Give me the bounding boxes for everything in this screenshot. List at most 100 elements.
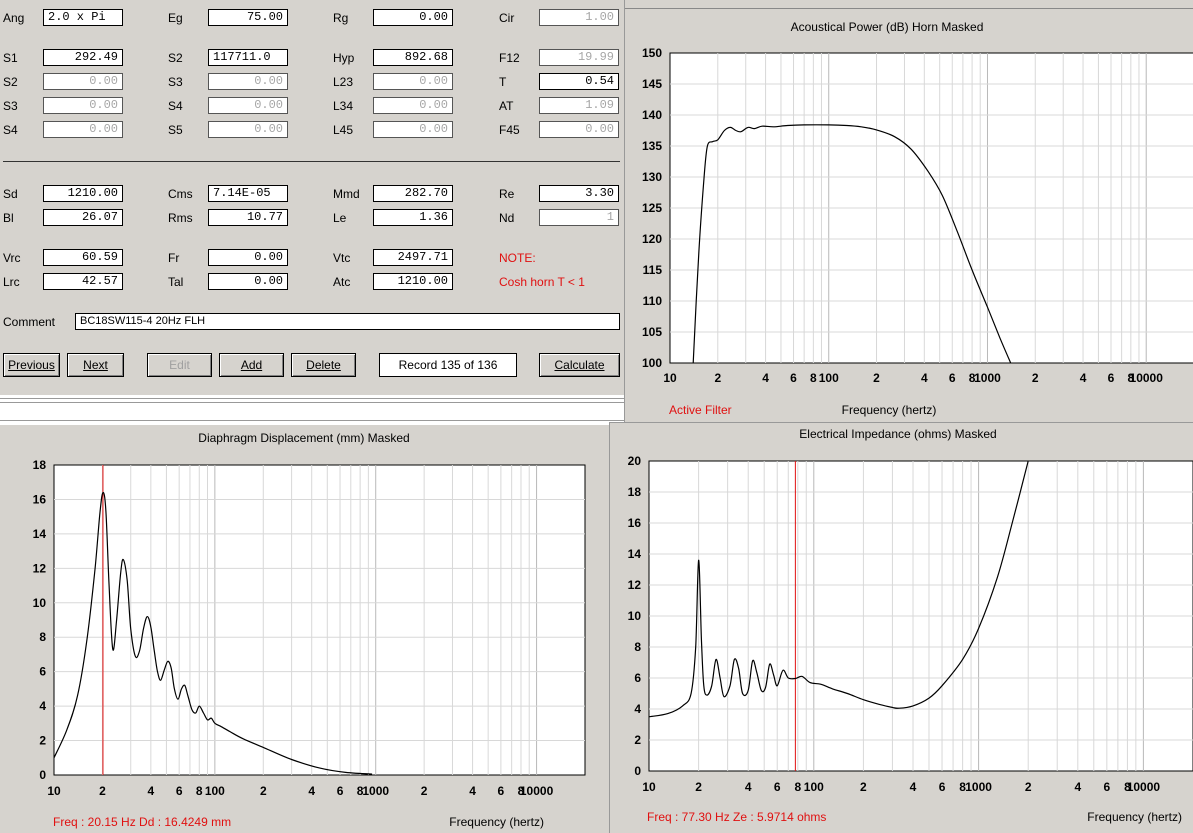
hyp-label: Hyp — [333, 51, 355, 65]
chart-title: Diaphragm Displacement (mm) Masked — [198, 431, 409, 445]
tal-field[interactable]: 0.00 — [208, 273, 288, 290]
vtc-field[interactable]: 2497.71 — [373, 249, 453, 266]
l45-field[interactable]: 0.00 — [373, 121, 453, 138]
f12-field[interactable]: 19.99 — [539, 49, 619, 66]
le-field[interactable]: 1.36 — [373, 209, 453, 226]
at-label: AT — [499, 99, 514, 113]
s2b-label: S2 — [3, 75, 18, 89]
y-tick-label: 150 — [642, 46, 662, 60]
eg-field[interactable]: 75.00 — [208, 9, 288, 26]
mmd-field[interactable]: 282.70 — [373, 185, 453, 202]
l23-field[interactable]: 0.00 — [373, 73, 453, 90]
y-tick-label: 8 — [39, 630, 46, 644]
cms-field[interactable]: 7.14E-05 — [208, 185, 288, 202]
x-tick-label: 10 — [642, 780, 656, 794]
x-tick-label: 8 — [810, 371, 817, 385]
rg-field[interactable]: 0.00 — [373, 9, 453, 26]
note-title: NOTE: — [499, 251, 536, 265]
vrc-field[interactable]: 60.59 — [43, 249, 123, 266]
le-label: Le — [333, 211, 347, 225]
rg-label: Rg — [333, 11, 349, 25]
x-tick-label: 4 — [762, 371, 769, 385]
x-tick-label: 6 — [498, 784, 505, 798]
x-tick-label: 10000 — [520, 784, 554, 798]
y-tick-label: 0 — [39, 768, 46, 782]
x-tick-label: 10 — [47, 784, 61, 798]
add-button[interactable]: Add — [219, 353, 284, 377]
s3-field[interactable]: 0.00 — [208, 73, 288, 90]
s1-field[interactable]: 292.49 — [43, 49, 123, 66]
t-field[interactable]: 0.54 — [539, 73, 619, 90]
y-tick-label: 16 — [628, 516, 642, 530]
sd-field[interactable]: 1210.00 — [43, 185, 123, 202]
eg-label: Eg — [168, 11, 183, 25]
y-tick-label: 10 — [628, 609, 642, 623]
electrical-impedance-chart: 0246810121416182010 2 4 6 8 100 2 4 6 8 1000 2 4 6 810… — [628, 427, 1193, 824]
x-axis-label: Frequency (hertz) — [449, 815, 544, 829]
x-tick-label: 6 — [949, 371, 956, 385]
f45-label: F45 — [499, 123, 520, 137]
acoustical-power-window: 100 105 110 115 120 125 130 135 140 145 150 10 2 4 6 8 1… — [624, 0, 1193, 423]
y-tick-label: 8 — [634, 640, 641, 654]
l34-field[interactable]: 0.00 — [373, 97, 453, 114]
atc-label: Atc — [333, 275, 351, 289]
s4-field[interactable]: 0.00 — [208, 97, 288, 114]
x-axis: 10246810024681000246810000 — [642, 780, 1160, 794]
f45-field[interactable]: 0.00 — [539, 121, 619, 138]
sd-label: Sd — [3, 187, 18, 201]
next-button[interactable]: Next — [67, 353, 124, 377]
s5-field[interactable]: 0.00 — [208, 121, 288, 138]
hyp-field[interactable]: 892.68 — [373, 49, 453, 66]
s2b-field[interactable]: 0.00 — [43, 73, 123, 90]
comment-field[interactable]: BC18SW115-4 20Hz FLH — [75, 313, 620, 330]
l34-label: L34 — [333, 99, 354, 113]
previous-button[interactable]: Previous — [3, 353, 60, 377]
plot-area — [53, 464, 586, 776]
x-tick-label: 6 — [774, 780, 781, 794]
lrc-label: Lrc — [3, 275, 20, 289]
x-tick-label: 6 — [1108, 371, 1115, 385]
x-tick-label: 2 — [873, 371, 880, 385]
y-tick-label: 2 — [39, 734, 46, 748]
nd-field[interactable]: 1 — [539, 209, 619, 226]
y-tick-label: 105 — [642, 325, 662, 339]
ang-field[interactable]: 2.0 x Pi — [43, 9, 123, 26]
atc-field[interactable]: 1210.00 — [373, 273, 453, 290]
edit-button[interactable]: Edit — [147, 353, 212, 377]
calculate-button[interactable]: Calculate — [539, 353, 620, 377]
x-tick-label: 2 — [260, 784, 267, 798]
y-tick-label: 130 — [642, 170, 662, 184]
x-tick-label: 2 — [714, 371, 721, 385]
s3b-field[interactable]: 0.00 — [43, 97, 123, 114]
note-text: Cosh horn T < 1 — [499, 275, 585, 289]
panel-divider — [0, 398, 625, 403]
y-tick-label: 12 — [628, 578, 642, 592]
y-tick-label: 0 — [634, 764, 641, 778]
s3b-label: S3 — [3, 99, 18, 113]
lrc-field[interactable]: 42.57 — [43, 273, 123, 290]
s2-label: S2 — [168, 51, 183, 65]
y-tick-label: 18 — [33, 458, 47, 472]
s4b-field[interactable]: 0.00 — [43, 121, 123, 138]
cir-field[interactable]: 1.00 — [539, 9, 619, 26]
x-tick-label: 6 — [939, 780, 946, 794]
x-axis: 10246810024681000246810000 — [663, 371, 1163, 385]
fr-field[interactable]: 0.00 — [208, 249, 288, 266]
at-field[interactable]: 1.09 — [539, 97, 619, 114]
s1-label: S1 — [3, 51, 18, 65]
x-axis-label: Frequency (hertz) — [1087, 810, 1182, 824]
s4b-label: S4 — [3, 123, 18, 137]
x-tick-label: 100 — [205, 784, 225, 798]
comment-label: Comment — [3, 315, 56, 329]
re-field[interactable]: 3.30 — [539, 185, 619, 202]
acoustical-power-chart: 10010511011512012513013514014515010 2 4 6 8 1… — [642, 20, 1193, 417]
rms-field[interactable]: 10.77 — [208, 209, 288, 226]
y-tick-label: 100 — [642, 356, 662, 370]
ang-label: Ang — [3, 11, 25, 25]
delete-button[interactable]: Delete — [291, 353, 356, 377]
x-tick-label: 8 — [794, 780, 801, 794]
x-tick-label: 6 — [790, 371, 797, 385]
bl-field[interactable]: 26.07 — [43, 209, 123, 226]
s2-field[interactable]: 117711.0 — [208, 49, 288, 66]
section-divider — [3, 161, 620, 162]
